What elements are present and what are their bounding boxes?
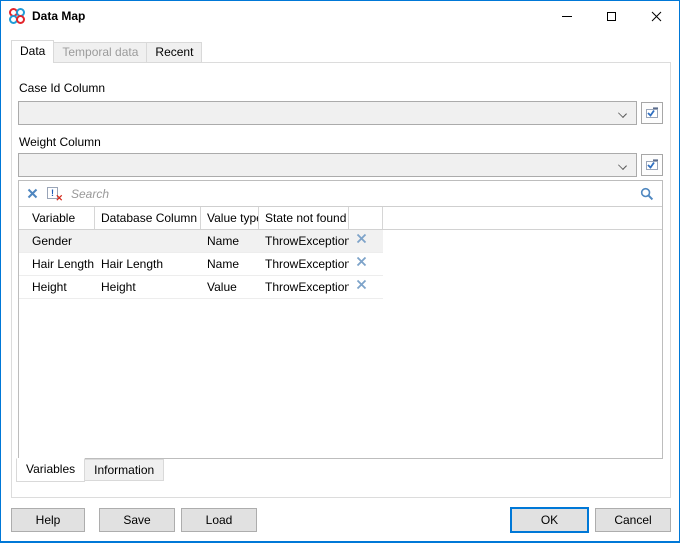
column-header[interactable]: State not found bbox=[259, 207, 349, 229]
grid-body: Gender Name ThrowException Hair Length H… bbox=[19, 230, 662, 299]
data-map-dialog: Data Map DataTemporal dataRecent Case Id… bbox=[0, 0, 680, 543]
variable-cell: Hair Length bbox=[19, 253, 95, 275]
case-id-column-label: Case Id Column bbox=[19, 81, 105, 95]
save-button[interactable]: Save bbox=[99, 508, 175, 532]
delete-cell bbox=[349, 230, 383, 252]
value-type-cell: Name bbox=[201, 230, 259, 252]
database-column-cell bbox=[95, 230, 201, 252]
search-bar: ! ✕ bbox=[19, 181, 662, 207]
chevron-down-icon bbox=[618, 109, 627, 118]
data-tab-panel: Case Id Column Weight Column bbox=[11, 62, 671, 498]
column-header[interactable]: Variable bbox=[19, 207, 95, 229]
logo-ring bbox=[16, 15, 25, 24]
bottom-tab-strip: VariablesInformation bbox=[16, 459, 164, 482]
delete-row-icon[interactable] bbox=[356, 256, 367, 267]
value-type-cell: Value bbox=[201, 276, 259, 298]
column-header[interactable]: Database Column bbox=[95, 207, 201, 229]
maximize-button[interactable] bbox=[589, 1, 634, 31]
variable-cell: Height bbox=[19, 276, 95, 298]
help-button[interactable]: Help bbox=[11, 508, 85, 532]
clear-search-icon[interactable] bbox=[27, 188, 38, 199]
red-x-icon: ✕ bbox=[55, 194, 63, 203]
checkmark-panel-icon bbox=[645, 159, 659, 171]
close-icon bbox=[651, 11, 662, 22]
state-not-found-cell: ThrowException bbox=[259, 230, 349, 252]
remove-invalid-icon[interactable]: ! ✕ bbox=[47, 187, 62, 201]
state-not-found-cell: ThrowException bbox=[259, 276, 349, 298]
titlebar: Data Map bbox=[1, 1, 679, 31]
value-type-cell: Name bbox=[201, 253, 259, 275]
checkmark-panel-icon bbox=[645, 107, 659, 119]
column-header[interactable]: Value type bbox=[201, 207, 259, 229]
minimize-icon bbox=[562, 16, 572, 17]
variables-grid: ! ✕ VariableDatabase ColumnValue typeSta… bbox=[18, 180, 663, 459]
weight-column-picker-button[interactable] bbox=[641, 154, 663, 176]
case-id-column-combobox[interactable] bbox=[18, 101, 637, 125]
search-input[interactable] bbox=[71, 187, 631, 201]
tab-strip: DataTemporal dataRecent bbox=[11, 40, 202, 63]
table-row[interactable]: Hair Length Hair Length Name ThrowExcept… bbox=[19, 253, 383, 276]
bottom-tab[interactable]: Variables bbox=[16, 458, 85, 482]
bottom-tab[interactable]: Information bbox=[84, 459, 164, 481]
table-row[interactable]: Height Height Value ThrowException bbox=[19, 276, 383, 299]
case-id-column-picker-button[interactable] bbox=[641, 102, 663, 124]
minimize-button[interactable] bbox=[544, 1, 589, 31]
table-row[interactable]: Gender Name ThrowException bbox=[19, 230, 383, 253]
load-button[interactable]: Load bbox=[181, 508, 257, 532]
caption-buttons bbox=[544, 1, 679, 31]
database-column-cell: Height bbox=[95, 276, 201, 298]
cancel-button[interactable]: Cancel bbox=[595, 508, 671, 532]
state-not-found-cell: ThrowException bbox=[259, 253, 349, 275]
chevron-down-icon bbox=[618, 161, 627, 170]
delete-cell bbox=[349, 276, 383, 298]
delete-cell bbox=[349, 253, 383, 275]
maximize-icon bbox=[607, 12, 616, 21]
app-logo-icon bbox=[9, 8, 25, 24]
weight-column-combobox[interactable] bbox=[18, 153, 637, 177]
weight-column-label: Weight Column bbox=[19, 135, 101, 149]
search-icon bbox=[640, 187, 654, 201]
delete-row-icon[interactable] bbox=[356, 279, 367, 290]
window-title: Data Map bbox=[32, 9, 85, 23]
grid-header: VariableDatabase ColumnValue typeState n… bbox=[19, 207, 662, 230]
close-button[interactable] bbox=[634, 1, 679, 31]
tab[interactable]: Data bbox=[11, 40, 54, 63]
variable-cell: Gender bbox=[19, 230, 95, 252]
column-header[interactable] bbox=[349, 207, 383, 229]
database-column-cell: Hair Length bbox=[95, 253, 201, 275]
delete-row-icon[interactable] bbox=[356, 233, 367, 244]
ok-button[interactable]: OK bbox=[510, 507, 589, 533]
tab[interactable]: Temporal data bbox=[53, 42, 147, 63]
tab[interactable]: Recent bbox=[146, 42, 202, 63]
